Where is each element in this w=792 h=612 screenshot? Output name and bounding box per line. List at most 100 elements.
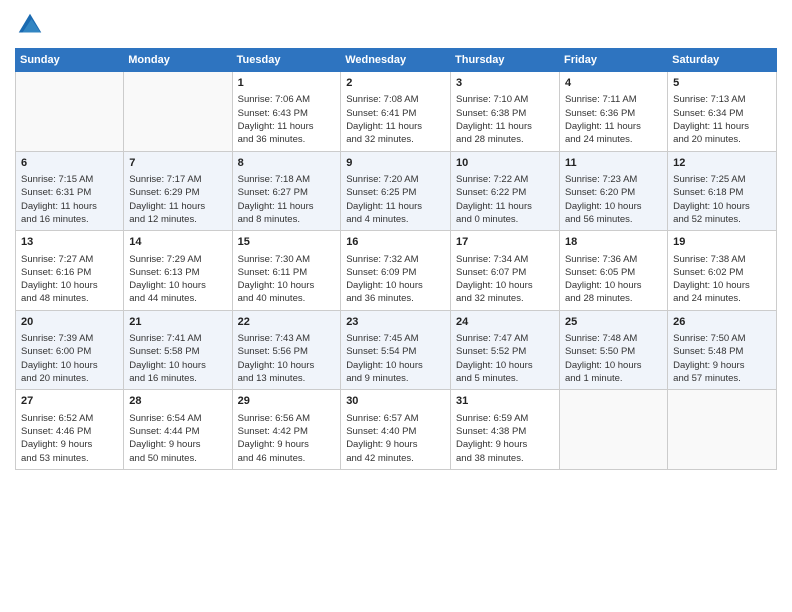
day-info: Sunrise: 7:17 AM Sunset: 6:29 PM Dayligh…	[129, 173, 226, 226]
calendar-week-row: 6 Sunrise: 7:15 AM Sunset: 6:31 PM Daylig…	[16, 151, 777, 231]
day-info: Sunrise: 7:18 AM Sunset: 6:27 PM Dayligh…	[238, 173, 336, 226]
day-info: Sunrise: 6:52 AM Sunset: 4:46 PM Dayligh…	[21, 412, 118, 465]
day-info: Sunrise: 7:34 AM Sunset: 6:07 PM Dayligh…	[456, 253, 554, 306]
day-info: Sunrise: 7:27 AM Sunset: 6:16 PM Dayligh…	[21, 253, 118, 306]
calendar-cell: 8 Sunrise: 7:18 AM Sunset: 6:27 PM Daylig…	[232, 151, 341, 231]
day-number: 11	[565, 156, 662, 171]
page: SundayMondayTuesdayWednesdayThursdayFrid…	[0, 0, 792, 612]
day-number: 19	[673, 235, 771, 250]
day-info: Sunrise: 7:38 AM Sunset: 6:02 PM Dayligh…	[673, 253, 771, 306]
day-info: Sunrise: 7:30 AM Sunset: 6:11 PM Dayligh…	[238, 253, 336, 306]
day-info: Sunrise: 7:15 AM Sunset: 6:31 PM Dayligh…	[21, 173, 118, 226]
day-info: Sunrise: 7:10 AM Sunset: 6:38 PM Dayligh…	[456, 93, 554, 146]
day-info: Sunrise: 6:54 AM Sunset: 4:44 PM Dayligh…	[129, 412, 226, 465]
day-number: 20	[21, 315, 118, 330]
calendar-cell: 2 Sunrise: 7:08 AM Sunset: 6:41 PM Daylig…	[341, 72, 451, 152]
calendar-cell: 9Sunrise: 7:20 AM Sunset: 6:25 PM Daylig…	[341, 151, 451, 231]
day-number: 4	[565, 76, 662, 91]
day-info: Sunrise: 6:56 AM Sunset: 4:42 PM Dayligh…	[238, 412, 336, 465]
weekday-header-wednesday: Wednesday	[341, 49, 451, 72]
day-number: 12	[673, 156, 771, 171]
logo	[15, 10, 49, 40]
day-number: 24	[456, 315, 554, 330]
day-number: 5	[673, 76, 771, 91]
calendar-week-row: 1Sunrise: 7:06 AM Sunset: 6:43 PM Daylig…	[16, 72, 777, 152]
calendar-cell: 23 Sunrise: 7:45 AM Sunset: 5:54 PM Dayli…	[341, 310, 451, 390]
calendar-cell	[668, 390, 777, 470]
day-info: Sunrise: 7:39 AM Sunset: 6:00 PM Dayligh…	[21, 332, 118, 385]
calendar-cell: 4 Sunrise: 7:11 AM Sunset: 6:36 PM Daylig…	[559, 72, 667, 152]
calendar-cell: 14 Sunrise: 7:29 AM Sunset: 6:13 PM Dayli…	[124, 231, 232, 311]
day-number: 15	[238, 235, 336, 250]
calendar-week-row: 27 Sunrise: 6:52 AM Sunset: 4:46 PM Dayli…	[16, 390, 777, 470]
day-info: Sunrise: 7:45 AM Sunset: 5:54 PM Dayligh…	[346, 332, 445, 385]
day-number: 2	[346, 76, 445, 91]
calendar-cell: 17 Sunrise: 7:34 AM Sunset: 6:07 PM Dayli…	[451, 231, 560, 311]
weekday-header-thursday: Thursday	[451, 49, 560, 72]
day-number: 29	[238, 394, 336, 409]
header	[15, 10, 777, 40]
day-info: Sunrise: 7:29 AM Sunset: 6:13 PM Dayligh…	[129, 253, 226, 306]
day-info: Sunrise: 7:48 AM Sunset: 5:50 PM Dayligh…	[565, 332, 662, 385]
calendar-cell	[16, 72, 124, 152]
calendar-cell: 31 Sunrise: 6:59 AM Sunset: 4:38 PM Dayli…	[451, 390, 560, 470]
day-number: 17	[456, 235, 554, 250]
day-info: Sunrise: 6:57 AM Sunset: 4:40 PM Dayligh…	[346, 412, 445, 465]
day-number: 21	[129, 315, 226, 330]
calendar-cell: 20 Sunrise: 7:39 AM Sunset: 6:00 PM Dayli…	[16, 310, 124, 390]
calendar-week-row: 20 Sunrise: 7:39 AM Sunset: 6:00 PM Dayli…	[16, 310, 777, 390]
day-number: 13	[21, 235, 118, 250]
day-number: 27	[21, 394, 118, 409]
day-number: 8	[238, 156, 336, 171]
day-number: 23	[346, 315, 445, 330]
day-number: 6	[21, 156, 118, 171]
day-info: Sunrise: 7:13 AM Sunset: 6:34 PM Dayligh…	[673, 93, 771, 146]
day-number: 3	[456, 76, 554, 91]
calendar-cell: 11Sunrise: 7:23 AM Sunset: 6:20 PM Dayli…	[559, 151, 667, 231]
day-info: Sunrise: 7:32 AM Sunset: 6:09 PM Dayligh…	[346, 253, 445, 306]
calendar-cell: 22 Sunrise: 7:43 AM Sunset: 5:56 PM Dayli…	[232, 310, 341, 390]
calendar-cell: 27 Sunrise: 6:52 AM Sunset: 4:46 PM Dayli…	[16, 390, 124, 470]
calendar-cell: 12Sunrise: 7:25 AM Sunset: 6:18 PM Dayli…	[668, 151, 777, 231]
calendar-table: SundayMondayTuesdayWednesdayThursdayFrid…	[15, 48, 777, 470]
calendar-cell: 10 Sunrise: 7:22 AM Sunset: 6:22 PM Dayli…	[451, 151, 560, 231]
day-info: Sunrise: 7:22 AM Sunset: 6:22 PM Dayligh…	[456, 173, 554, 226]
day-info: Sunrise: 6:59 AM Sunset: 4:38 PM Dayligh…	[456, 412, 554, 465]
weekday-header-monday: Monday	[124, 49, 232, 72]
calendar-cell: 29 Sunrise: 6:56 AM Sunset: 4:42 PM Dayli…	[232, 390, 341, 470]
day-info: Sunrise: 7:20 AM Sunset: 6:25 PM Dayligh…	[346, 173, 445, 226]
day-info: Sunrise: 7:50 AM Sunset: 5:48 PM Dayligh…	[673, 332, 771, 385]
calendar-cell: 19 Sunrise: 7:38 AM Sunset: 6:02 PM Dayli…	[668, 231, 777, 311]
calendar-cell: 13 Sunrise: 7:27 AM Sunset: 6:16 PM Dayli…	[16, 231, 124, 311]
day-info: Sunrise: 7:43 AM Sunset: 5:56 PM Dayligh…	[238, 332, 336, 385]
day-info: Sunrise: 7:47 AM Sunset: 5:52 PM Dayligh…	[456, 332, 554, 385]
logo-icon	[15, 10, 45, 40]
day-info: Sunrise: 7:06 AM Sunset: 6:43 PM Dayligh…	[238, 93, 336, 146]
day-number: 28	[129, 394, 226, 409]
calendar-cell: 30 Sunrise: 6:57 AM Sunset: 4:40 PM Dayli…	[341, 390, 451, 470]
day-info: Sunrise: 7:08 AM Sunset: 6:41 PM Dayligh…	[346, 93, 445, 146]
day-number: 31	[456, 394, 554, 409]
weekday-header-sunday: Sunday	[16, 49, 124, 72]
day-info: Sunrise: 7:11 AM Sunset: 6:36 PM Dayligh…	[565, 93, 662, 146]
calendar-cell: 26 Sunrise: 7:50 AM Sunset: 5:48 PM Dayli…	[668, 310, 777, 390]
day-number: 14	[129, 235, 226, 250]
day-number: 30	[346, 394, 445, 409]
calendar-cell: 15 Sunrise: 7:30 AM Sunset: 6:11 PM Dayli…	[232, 231, 341, 311]
weekday-header-tuesday: Tuesday	[232, 49, 341, 72]
day-number: 22	[238, 315, 336, 330]
day-info: Sunrise: 7:36 AM Sunset: 6:05 PM Dayligh…	[565, 253, 662, 306]
calendar-cell: 6 Sunrise: 7:15 AM Sunset: 6:31 PM Daylig…	[16, 151, 124, 231]
day-number: 16	[346, 235, 445, 250]
calendar-cell: 28 Sunrise: 6:54 AM Sunset: 4:44 PM Dayli…	[124, 390, 232, 470]
day-number: 26	[673, 315, 771, 330]
weekday-header-row: SundayMondayTuesdayWednesdayThursdayFrid…	[16, 49, 777, 72]
day-number: 10	[456, 156, 554, 171]
calendar-cell	[559, 390, 667, 470]
calendar-cell	[124, 72, 232, 152]
day-number: 18	[565, 235, 662, 250]
calendar-cell: 24 Sunrise: 7:47 AM Sunset: 5:52 PM Dayli…	[451, 310, 560, 390]
calendar-cell: 18 Sunrise: 7:36 AM Sunset: 6:05 PM Dayli…	[559, 231, 667, 311]
calendar-cell: 1Sunrise: 7:06 AM Sunset: 6:43 PM Daylig…	[232, 72, 341, 152]
day-info: Sunrise: 7:41 AM Sunset: 5:58 PM Dayligh…	[129, 332, 226, 385]
